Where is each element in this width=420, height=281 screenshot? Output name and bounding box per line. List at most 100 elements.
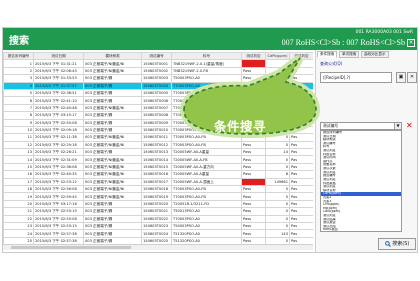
table-cell: 2015/6/3 下午 03:17:16 — [33, 199, 84, 209]
table-row[interactable]: 15 2015/6/3 下午 02:36:08 003 正極端子/Ni鍍金/Ni 15… — [3, 162, 313, 172]
table-cell: Pas — [289, 155, 313, 164]
table-cell: 2015/6/3 下午 02:31:09 — [33, 155, 84, 164]
table-cell: 003 正極端子/鋼 — [83, 221, 142, 231]
condition-input[interactable]: ([RecipeID],?) — [320, 72, 392, 83]
table-cell: 0 — [265, 140, 290, 150]
table-cell: 003 正極端子/Ni鍍金/Ni — [83, 177, 142, 187]
table-cell: 18 — [3, 185, 34, 194]
table-row[interactable]: 12 2015/6/3 下午 02:29:18 003 正極端子/Ni鍍金/Ni 15… — [3, 140, 313, 150]
table-row[interactable]: 23 2015/6/3 下午 02:53:15 003 正極端子/鋼 150603T0… — [3, 221, 313, 231]
table-cell — [241, 177, 266, 187]
table-cell: 150603T0021 — [141, 207, 172, 216]
table-cell: 20 — [3, 199, 34, 209]
table-cell: Pass — [241, 170, 266, 179]
table-row[interactable]: 16 2015/6/3 下午 02:40:35 003 正極端子/Ni鍍金/Ni 15… — [3, 170, 313, 179]
column-header[interactable]: 测试日期 — [33, 52, 84, 61]
table-cell: 23 — [3, 221, 34, 231]
table-cell: 150603T0008 — [141, 111, 172, 120]
table-cell: 150603T0019 — [141, 192, 172, 201]
magnifier-icon — [384, 240, 391, 247]
table-cell: Pas — [289, 207, 313, 216]
window-title: 搜索 — [9, 36, 29, 47]
clear-condition-button[interactable]: ✕ — [407, 72, 417, 83]
tab-condition-search[interactable]: 条件搜索 — [317, 51, 338, 58]
search-button[interactable]: 搜索(S) — [378, 238, 416, 250]
table-cell: 0 — [265, 207, 290, 216]
column-header[interactable]: 测试编号 — [141, 52, 172, 61]
table-cell: 21 — [3, 207, 34, 216]
table-cell: 150603T0011 — [141, 133, 172, 142]
table-cell: 003 正極端子/Ni鍍金/Ni — [83, 59, 142, 68]
table-cell: 7 — [3, 103, 34, 113]
table-cell: 2015/6/3 下午 02:53:15 — [33, 221, 84, 231]
table-row[interactable]: 14 2015/6/3 下午 02:31:09 003 正極端子/Ni鍍金/Ni 15… — [3, 155, 313, 164]
table-row[interactable]: 24 2015/6/3 下午 02:57:38 003 正極端子/鋼 150603T0… — [3, 229, 313, 238]
title-bar: 搜索 001 RA3000A03 001 SwR 007 RoHS<Cl>Sb … — [3, 28, 417, 50]
table-row[interactable]: 13 2015/6/3 下午 02:26:21 003 正極端子/鋼 150603T0… — [3, 148, 313, 157]
table-cell: T20005WF-A0-A重量 — [171, 170, 242, 179]
table-cell: 150603T0020 — [141, 199, 172, 209]
field-list[interactable]: 报告序列编号 测试日期 模块种类 测试编号 料号 测试判定 样品名称 测试时间 操作员 设备名称测… — [320, 130, 402, 232]
table-cell: Pas — [289, 148, 313, 157]
table-cell: 14 — [265, 148, 290, 157]
table-cell: 2015/6/3 下午 02:57:38 — [33, 229, 84, 238]
table-cell: 003 正極端子/Ni鍍金/Ni — [83, 192, 142, 201]
table-cell: Pas — [289, 170, 313, 179]
column-header[interactable]: CdPb(ppm) — [265, 52, 290, 61]
table-row[interactable]: 18 2015/6/3 下午 02:56:08 003 正極端子/Ni鍍金/Ni 15… — [3, 185, 313, 194]
tab-single-search[interactable]: 单次搜索 — [339, 51, 360, 58]
column-header[interactable]: 料号 — [171, 52, 242, 61]
table-cell: T20005WF-A0-A-重方向 — [171, 162, 242, 172]
table-cell: 150603T0012 — [141, 140, 172, 150]
table-row[interactable]: 22 2015/6/3 下午 02:55:08 003 正極端子/鋼 150603T0… — [3, 214, 313, 224]
scrollbar-thumb[interactable] — [11, 246, 131, 249]
table-cell: 003 正極端子/鋼 — [83, 96, 142, 105]
table-row[interactable]: 20 2015/6/3 下午 03:17:16 003 正極端子/鋼 150603T0… — [3, 199, 313, 209]
table-cell: 8 — [265, 170, 290, 179]
table-cell: Pas — [289, 199, 313, 209]
add-condition-button[interactable]: ▣ — [396, 72, 406, 83]
horizontal-scrollbar[interactable] — [3, 244, 313, 250]
table-cell: 15 — [3, 162, 34, 172]
table-cell: 150603T0002 — [141, 66, 172, 76]
column-header[interactable]: 测试判定 — [241, 52, 266, 61]
table-cell: 0 — [265, 221, 290, 231]
table-cell: 150603T0001 — [141, 59, 172, 68]
column-header[interactable]: 模块种类 — [83, 52, 142, 61]
table-cell: Pas — [289, 229, 313, 238]
table-cell: Pass — [241, 185, 266, 194]
table-cell: 0 — [265, 214, 290, 224]
search-button-label: 搜索(S) — [392, 241, 410, 247]
column-header[interactable]: 报告序列编号 — [3, 52, 34, 61]
table-cell: 2015/6/3 下午 02:26:21 — [33, 148, 84, 157]
table-cell: 0 — [265, 185, 290, 194]
table-cell: 150603T0018 — [141, 185, 172, 194]
table-cell: T70003PSO-A0-FB — [171, 185, 242, 194]
table-cell: 150603T0015 — [141, 162, 172, 172]
table-cell: 16 — [3, 170, 34, 179]
table-cell: Pass — [241, 148, 266, 157]
tab-curve-compare[interactable]: 曲线对比显示 — [361, 51, 389, 58]
table-cell: 003 正極端子/鋼 — [83, 81, 142, 90]
chevron-down-icon[interactable]: ▼ — [394, 123, 401, 129]
table-cell: 2015/6/3 下午 01:31:21 — [33, 59, 84, 68]
table-cell: 150603T0016 — [141, 170, 172, 179]
table-cell: 9 — [3, 118, 34, 127]
table-row[interactable]: 21 2015/6/3 下午 02:53:19 003 正極端子/鋼 150603T0… — [3, 207, 313, 216]
remove-field-icon[interactable]: ✕ — [406, 122, 413, 130]
table-cell: 2015/6/3 下午 01:37:57 — [33, 81, 84, 90]
close-icon[interactable]: × — [407, 39, 415, 47]
table-row[interactable]: 19 2015/6/3 下午 02:59:45 003 正極端子/Ni鍍金/Ni 15… — [3, 192, 313, 201]
field-select[interactable]: 测试编号 ▼ — [320, 122, 402, 130]
table-cell: 2015/6/3 下午 02:40:48 — [33, 103, 84, 113]
table-cell: Pass — [241, 199, 266, 209]
field-select-value: 测试编号 — [323, 123, 339, 128]
condition-label: 查询公式(Q) — [320, 61, 343, 66]
table-cell: Pass — [241, 155, 266, 164]
table-cell: 003 正極端子/Ni鍍金/Ni — [83, 103, 142, 113]
table-cell: Pas — [289, 221, 313, 231]
table-cell: 13 — [3, 148, 34, 157]
header-info-line1: 001 RA3000A03 001 SwR — [355, 30, 413, 35]
table-cell: 150603T0013 — [141, 148, 172, 157]
table-row[interactable]: 17 2015/6/3 下午 02:53:12 003 正極端子/Ni鍍金/Ni 15… — [3, 177, 313, 187]
